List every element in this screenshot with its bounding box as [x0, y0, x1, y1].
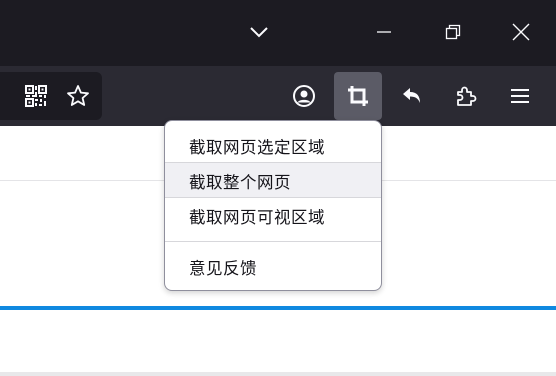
- back-button[interactable]: [388, 72, 436, 120]
- app-menu-button[interactable]: [496, 72, 544, 120]
- extensions-button[interactable]: [442, 72, 490, 120]
- nav-toolbar: [0, 66, 556, 126]
- screenshot-button[interactable]: [334, 72, 382, 120]
- screenshot-menu: 截取网页选定区域 截取整个网页 截取网页可视区域 意见反馈: [164, 120, 382, 291]
- minimize-button[interactable]: [362, 10, 406, 54]
- chevron-down-icon: [250, 27, 268, 38]
- crop-icon: [348, 86, 368, 106]
- hamburger-menu-icon: [511, 89, 529, 103]
- account-icon: [293, 85, 315, 107]
- menu-item-capture-visible[interactable]: 截取网页可视区域: [165, 198, 381, 233]
- bottom-border: [0, 372, 556, 376]
- menu-item-feedback[interactable]: 意见反馈: [165, 249, 381, 284]
- close-icon: [512, 23, 530, 41]
- star-icon: [67, 85, 89, 106]
- minimize-icon: [377, 31, 391, 33]
- account-button[interactable]: [280, 72, 328, 120]
- puzzle-icon: [457, 86, 477, 106]
- list-all-tabs-button[interactable]: [237, 10, 281, 54]
- restore-button[interactable]: [431, 10, 475, 54]
- menu-item-capture-selection[interactable]: 截取网页选定区域: [165, 128, 381, 163]
- close-window-button[interactable]: [499, 10, 543, 54]
- url-bar[interactable]: [0, 72, 102, 120]
- bookmark-star-button[interactable]: [61, 72, 95, 120]
- title-bar: [0, 0, 556, 66]
- qr-code-icon: [25, 85, 47, 107]
- undo-arrow-icon: [403, 88, 420, 103]
- menu-separator: [165, 241, 381, 242]
- qr-code-button[interactable]: [19, 72, 53, 120]
- content-strip: [0, 310, 556, 372]
- restore-icon: [445, 24, 461, 40]
- menu-item-capture-full-page[interactable]: 截取整个网页: [165, 163, 381, 198]
